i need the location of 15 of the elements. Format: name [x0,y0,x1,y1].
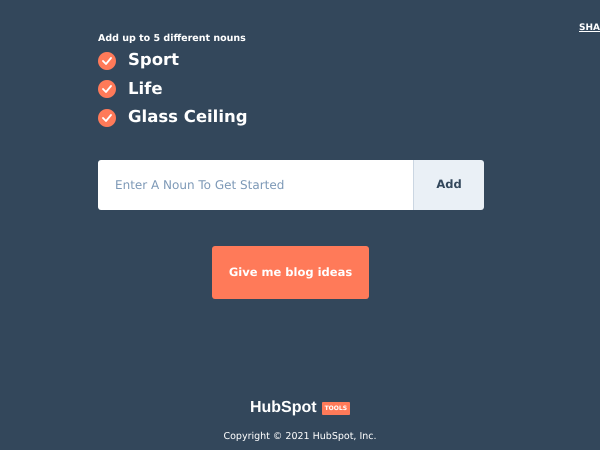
check-icon [102,114,112,122]
checkbox[interactable] [98,80,116,98]
noun-label: Sport [128,49,180,72]
add-button[interactable]: Add [413,160,484,210]
logo-text: HubSpot [250,398,317,418]
copyright-text: Copyright © 2021 HubSpot, Inc. [223,430,377,444]
check-icon [102,56,112,64]
check-icon [102,85,112,93]
share-link[interactable]: SHA [579,22,600,36]
checkbox[interactable] [98,108,116,126]
noun-label: Glass Ceiling [128,106,248,128]
checkbox[interactable] [98,52,116,70]
hint-text: Add up to 5 different nouns [98,32,247,46]
noun-label: Life [128,78,163,100]
noun-input[interactable]: Enter A Noun To Get Started [98,160,413,210]
